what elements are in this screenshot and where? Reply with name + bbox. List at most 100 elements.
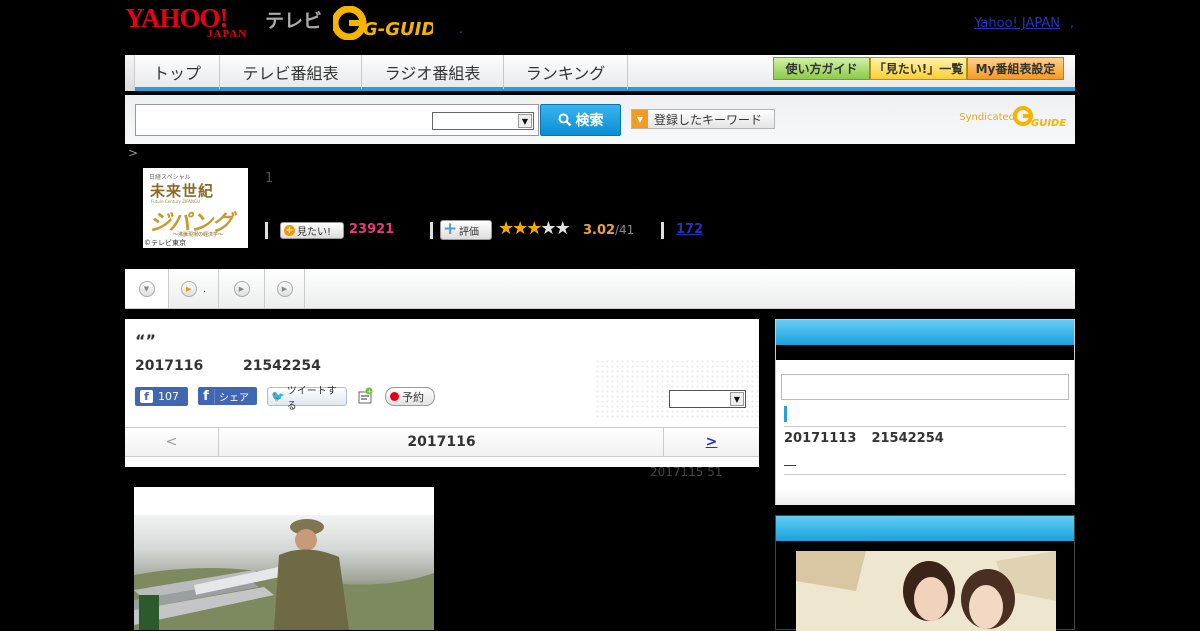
svg-text:G-GUIDE: G-GUIDE — [363, 19, 433, 40]
dot-pattern-decoration — [595, 359, 760, 419]
search-category-select[interactable]: ▼ — [432, 112, 534, 130]
my-listings-settings-button[interactable]: My番組表設定 — [967, 57, 1064, 80]
review-count-link[interactable]: 172 — [676, 222, 703, 237]
episode-photo[interactable] — [134, 487, 434, 630]
main-navigation: トップ テレビ番組表 ラジオ番組表 ランキング 使い方ガイド 「見たい!」一覧 … — [125, 55, 1075, 91]
star-empty-icon: ★ — [540, 218, 556, 239]
dropdown-arrow-icon: ▼ — [730, 392, 744, 406]
divider — [784, 474, 1066, 475]
gguide-small-logo-icon: GUIDE — [1013, 106, 1066, 129]
promo-illustration — [796, 551, 1056, 631]
tab-episodes[interactable]: ▶ . — [169, 269, 219, 308]
down-arrow-icon: ▼ — [138, 280, 155, 297]
play-icon: ▶ — [233, 280, 250, 297]
broadcast-datetime: 2017116 21542254 — [135, 358, 321, 374]
star-filled-icon: ★ — [526, 218, 542, 239]
divider — [430, 222, 433, 239]
play-icon: ▶ — [180, 280, 197, 297]
tweet-label: ツイートする — [286, 385, 337, 412]
want-to-watch-label: 見たい! — [297, 227, 332, 238]
tweet-button[interactable]: 🐦 ツイートする — [267, 386, 347, 412]
update-timestamp: 2017115 51 — [650, 465, 723, 479]
svg-text:+: + — [367, 389, 372, 396]
divider — [265, 222, 268, 239]
share-options-select[interactable]: ▼ — [669, 390, 746, 408]
next-day-button[interactable]: > — [663, 428, 759, 456]
plus-icon: + — [443, 219, 458, 239]
sidebar-broadcast-date: 20171113 — [784, 431, 857, 446]
photo-illustration — [134, 519, 434, 630]
sidebar-broadcast-time: 21542254 — [871, 431, 944, 446]
rating-stars: ★★★★★ — [498, 218, 571, 239]
date-navigation: < 2017116 > — [125, 427, 759, 457]
search-button-label: 検索 — [575, 113, 604, 129]
nav-tab-radio-listings[interactable]: ラジオ番組表 — [362, 55, 504, 89]
previous-day-button[interactable]: < — [125, 428, 219, 456]
sidebar-section-marker — [784, 406, 787, 422]
registered-keywords-label: 登録したキーワード — [654, 112, 763, 127]
header-separator: , — [1069, 16, 1074, 31]
star-filled-icon: ★ — [512, 218, 528, 239]
reserve-recording-button[interactable]: 予約 — [385, 387, 435, 406]
svg-text:GUIDE: GUIDE — [1031, 118, 1066, 129]
search-bar: ▼ 検索 ▼ 登録したキーワード Syndicated GUIDE — [125, 95, 1075, 144]
rate-label: 評価 — [459, 226, 479, 238]
tv-logo-text[interactable]: テレビ — [265, 6, 322, 33]
guide-button[interactable]: 使い方ガイド — [773, 57, 870, 80]
episode-card: “” 2017116 21542254 f 107 f シェア 🐦 ツイートする… — [125, 319, 760, 467]
sidebar-broadcast-panel: 20171113 21542254 ＿ — [775, 319, 1075, 505]
play-icon: ▶ — [276, 280, 293, 297]
program-thumbnail[interactable]: 日経スペシャル 未来世紀 Future Century ZIPANGU ジパング… — [143, 168, 248, 248]
record-dot-icon — [390, 392, 399, 401]
syndicated-label: Syndicated — [959, 112, 1015, 123]
sidebar-header-band — [776, 345, 1074, 360]
registered-keywords-button[interactable]: ▼ 登録したキーワード — [631, 109, 775, 129]
facebook-icon: f — [140, 390, 153, 403]
tab-related[interactable]: ▶ — [265, 269, 305, 308]
yahoo-japan-logo-text: JAPAN — [207, 28, 248, 40]
episode-number: 1 — [265, 171, 274, 186]
search-button[interactable]: 検索 — [540, 104, 621, 136]
star-empty-icon: ★ — [554, 218, 571, 239]
dropdown-arrow-icon: ▼ — [518, 114, 532, 128]
thumb-title: 未来世紀 — [150, 182, 215, 200]
facebook-share-label: シェア — [219, 392, 249, 404]
twitter-bird-icon: 🐦 — [271, 390, 285, 403]
thumb-tagline: ～沸騰現場の経済学～ — [173, 232, 224, 238]
thumb-copyright: ©テレビ東京 — [144, 239, 186, 247]
star-filled-icon: ★ — [498, 218, 514, 239]
tab-reviews[interactable]: ▶ — [219, 269, 265, 308]
nav-tab-tv-listings[interactable]: テレビ番組表 — [220, 55, 362, 89]
program-tabs: ▼ ▶ . ▶ ▶ — [125, 269, 1075, 309]
divider — [661, 222, 664, 239]
facebook-like-button[interactable]: f 107 — [135, 387, 188, 406]
facebook-like-count: 107 — [158, 390, 179, 403]
rating-value: 3.02 — [583, 223, 616, 238]
nav-tab-top[interactable]: トップ — [135, 55, 220, 89]
tab-overview[interactable]: ▼ — [125, 269, 169, 308]
thumb-subtitle: Future Century ZIPANGU — [151, 199, 201, 204]
bookmark-icon[interactable]: + — [357, 387, 374, 405]
watchlist-button[interactable]: 「見たい!」一覧 — [870, 57, 967, 80]
yahoo-japan-link[interactable]: Yahoo! JAPAN — [974, 16, 1060, 31]
header-dot: . — [459, 22, 463, 36]
gguide-logo[interactable]: G-GUIDE — [331, 5, 449, 41]
promo-image[interactable] — [796, 551, 1056, 631]
breadcrumb[interactable]: > — [128, 146, 138, 160]
facebook-icon: f — [198, 388, 215, 404]
photo-scene — [134, 515, 434, 630]
rate-button[interactable]: + 評価 — [440, 220, 492, 240]
nav-tab-ranking[interactable]: ランキング — [504, 55, 628, 89]
dropdown-triangle-icon: ▼ — [632, 110, 648, 128]
sidebar-search-input[interactable] — [781, 374, 1069, 400]
nav-edge — [125, 55, 135, 91]
plus-icon: + — [284, 225, 295, 236]
bookmark-add-icon: + — [358, 387, 373, 404]
reserve-label: 予約 — [402, 390, 424, 404]
sidebar-promo-panel — [775, 515, 1075, 631]
sidebar-broadcast-datetime: 20171113 21542254 — [784, 431, 944, 446]
facebook-share-button[interactable]: f シェア — [198, 387, 257, 405]
gguide-logo-icon: G-GUIDE — [331, 5, 449, 41]
sidebar-link[interactable]: ＿ — [784, 451, 796, 468]
want-to-watch-button[interactable]: + 見たい! — [280, 222, 344, 239]
